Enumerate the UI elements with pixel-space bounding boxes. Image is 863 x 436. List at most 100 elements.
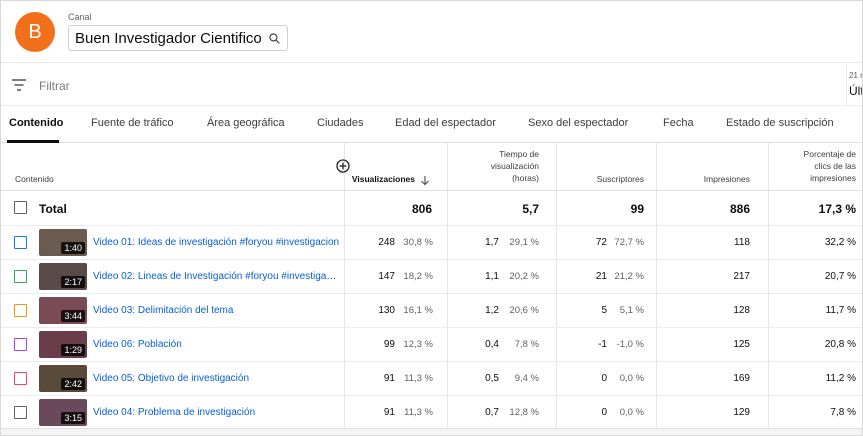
watch-time-percent: 29,1 % (509, 237, 539, 248)
video-title-link[interactable]: Video 03: Delimitación del tema (93, 305, 341, 316)
views-value: 147 (378, 271, 395, 282)
column-header-ctr-line2[interactable]: clics de las (771, 161, 856, 172)
video-duration: 3:44 (61, 310, 85, 322)
tab-sexo-del-espectador[interactable]: Sexo del espectador (528, 117, 628, 129)
views-value: 99 (383, 339, 395, 350)
watch-time-value: 1,2 (485, 305, 499, 316)
row-checkbox[interactable] (14, 338, 27, 351)
watch-time-value: 0,4 (485, 339, 499, 350)
video-thumbnail[interactable]: 3:44 (39, 297, 87, 324)
subscribers-percent: 72,7 % (614, 237, 644, 248)
date-range-sub: 21 m (849, 71, 862, 80)
column-header-contenido: Contenido (15, 174, 54, 184)
video-duration: 1:40 (61, 242, 85, 254)
tab-fecha[interactable]: Fecha (663, 117, 694, 129)
video-thumbnail[interactable]: 3:15 (39, 399, 87, 426)
video-title-link[interactable]: Video 02: Lineas de Investigación #foryo… (93, 271, 341, 282)
video-title-link[interactable]: Video 05: Objetivo de investigación (93, 373, 341, 384)
channel-header: B Canal Buen Investigador Cientifico (1, 1, 862, 63)
ctr-value: 20,7 % (824, 271, 856, 282)
video-title-link[interactable]: Video 06: Población (93, 339, 341, 350)
views-percent: 11,3 % (404, 407, 433, 418)
add-column-icon[interactable] (336, 159, 350, 178)
total-checkbox[interactable] (14, 201, 27, 214)
total-subscribers: 99 (630, 202, 644, 216)
video-duration: 3:15 (61, 412, 85, 424)
canal-label: Canal (68, 12, 92, 22)
views-value: 91 (383, 373, 395, 384)
column-header-visualizaciones[interactable]: Visualizaciones (349, 174, 415, 185)
tab-edad-del-espectador[interactable]: Edad del espectador (395, 117, 496, 129)
video-thumbnail[interactable]: 1:29 (39, 331, 87, 358)
tab-estado-de-suscripcion[interactable]: Estado de suscripción (726, 117, 834, 129)
impressions-value: 217 (733, 271, 750, 282)
views-percent: 11,3 % (404, 373, 433, 384)
date-range-label: Últi (849, 84, 862, 98)
column-header-ctr-line3[interactable]: impresiones (771, 173, 856, 184)
row-checkbox[interactable] (14, 236, 27, 249)
tab-fuente-de-trafico[interactable]: Fuente de tráfico (91, 117, 174, 129)
filter-icon[interactable] (11, 78, 27, 97)
column-header-suscriptores[interactable]: Suscriptores (561, 174, 644, 185)
impressions-value: 128 (733, 305, 750, 316)
table-row[interactable]: 3:44 Video 03: Delimitación del tema 130… (1, 294, 862, 328)
row-checkbox[interactable] (14, 372, 27, 385)
watch-time-percent: 20,6 % (509, 305, 539, 316)
total-label: Total (39, 202, 67, 216)
video-title-link[interactable]: Video 04: Problema de investigación (93, 407, 341, 418)
subscribers-percent: 0,0 % (619, 407, 644, 418)
views-value: 248 (378, 237, 395, 248)
views-value: 130 (378, 305, 395, 316)
date-range-selector[interactable]: 21 m Últi (846, 64, 862, 106)
table-row[interactable]: 2:42 Video 05: Objetivo de investigación… (1, 362, 862, 396)
subscribers-value: 0 (601, 407, 607, 418)
table-row[interactable]: 1:29 Video 06: Población 99 12,3 % 0,4 7… (1, 328, 862, 362)
ctr-value: 11,2 % (825, 373, 856, 384)
subscribers-value: 72 (595, 237, 607, 248)
table-row[interactable]: 2:17 Video 02: Lineas de Investigación #… (1, 260, 862, 294)
tab-area-geografica[interactable]: Área geográfica (207, 117, 285, 129)
column-header-impresiones[interactable]: Impresiones (661, 174, 750, 185)
column-header-tiempo-line2[interactable]: visualización (451, 161, 539, 172)
views-percent: 18,2 % (403, 271, 433, 282)
impressions-value: 118 (734, 237, 750, 248)
table-footer-border (1, 428, 862, 435)
row-checkbox[interactable] (14, 270, 27, 283)
subscribers-value: -1 (598, 339, 607, 350)
tab-ciudades[interactable]: Ciudades (317, 117, 363, 129)
filter-input[interactable]: Filtrar (39, 79, 70, 93)
watch-time-value: 0,7 (485, 407, 499, 418)
column-header-tiempo-line1[interactable]: Tiempo de (451, 149, 539, 160)
video-thumbnail[interactable]: 1:40 (39, 229, 87, 256)
watch-time-percent: 7,8 % (514, 339, 539, 350)
sort-descending-icon[interactable] (420, 173, 430, 191)
subscribers-value: 5 (601, 305, 607, 316)
column-header-ctr-line1[interactable]: Porcentaje de (771, 149, 856, 160)
watch-time-value: 0,5 (485, 373, 499, 384)
search-icon[interactable] (268, 32, 281, 45)
channel-avatar[interactable]: B (15, 12, 55, 52)
video-title-link[interactable]: Video 01: Ideas de investigación #foryou… (93, 237, 341, 248)
channel-name: Buen Investigador Cientifico (75, 29, 262, 47)
total-views: 806 (411, 202, 432, 216)
analytics-page: B Canal Buen Investigador Cientifico Fil… (0, 0, 863, 436)
subscribers-value: 0 (601, 373, 607, 384)
column-header-tiempo-line3[interactable]: (horas) (451, 173, 539, 184)
tab-contenido[interactable]: Contenido (9, 117, 63, 129)
video-duration: 2:17 (61, 276, 85, 288)
watch-time-percent: 12,8 % (509, 407, 539, 418)
video-duration: 2:42 (61, 378, 85, 390)
video-duration: 1:29 (61, 344, 85, 356)
table-row[interactable]: 1:40 Video 01: Ideas de investigación #f… (1, 226, 862, 260)
row-checkbox[interactable] (14, 304, 27, 317)
filter-bar: Filtrar 21 m Últi (1, 64, 862, 106)
channel-selector[interactable]: Buen Investigador Cientifico (68, 25, 288, 51)
ctr-value: 11,7 % (825, 305, 856, 316)
views-value: 91 (383, 407, 395, 418)
video-thumbnail[interactable]: 2:42 (39, 365, 87, 392)
video-thumbnail[interactable]: 2:17 (39, 263, 87, 290)
row-checkbox[interactable] (14, 406, 27, 419)
subscribers-percent: -1,0 % (616, 339, 644, 350)
watch-time-percent: 9,4 % (514, 373, 539, 384)
table-row[interactable]: 3:15 Video 04: Problema de investigación… (1, 396, 862, 430)
